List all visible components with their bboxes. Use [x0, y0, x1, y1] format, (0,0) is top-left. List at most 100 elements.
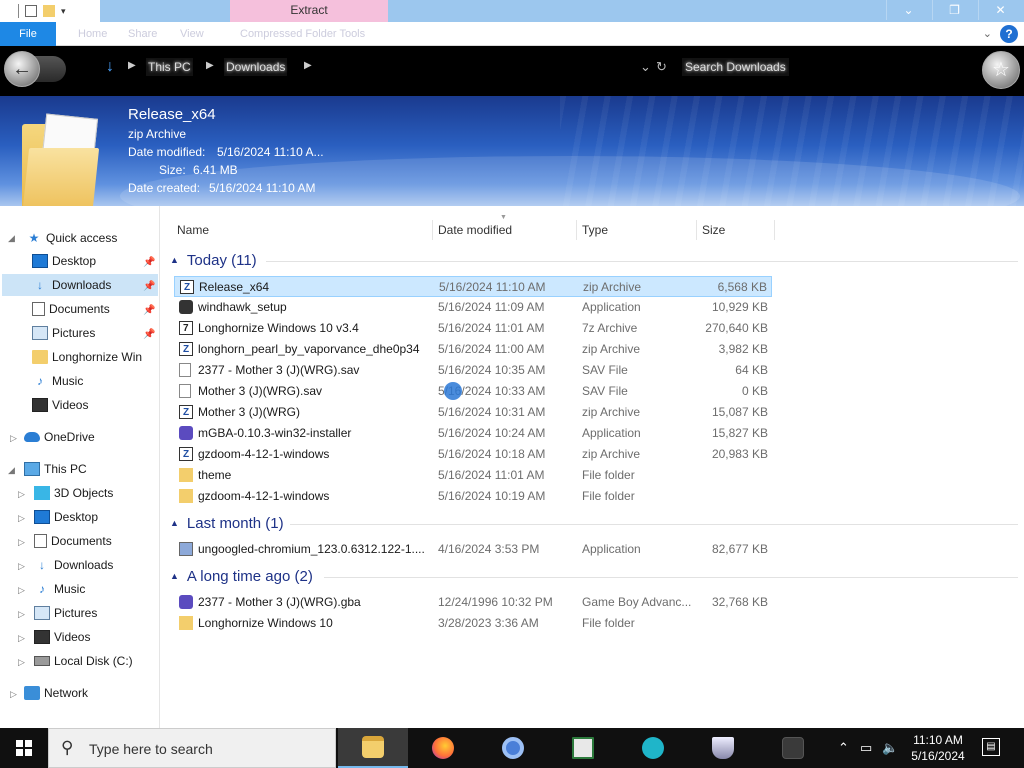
help-button[interactable]: ?: [1000, 25, 1018, 43]
collapse-caret-icon[interactable]: ▲: [170, 518, 179, 528]
column-header-name[interactable]: Name: [177, 223, 209, 237]
taskbar-file-explorer[interactable]: [338, 728, 408, 768]
group-header-long-ago[interactable]: ▲ A long time ago (2): [170, 566, 313, 588]
breadcrumb-downloads[interactable]: Downloads: [224, 58, 288, 76]
new-folder-icon[interactable]: [43, 5, 55, 17]
navigation-pane[interactable]: ◢ ★ Quick access Desktop 📌 ↓ Downloads 📌 D…: [0, 206, 160, 728]
pin-icon[interactable]: 📌: [143, 329, 155, 340]
file-row[interactable]: Release_x64 5/16/2024 11:10 AM zip Archive…: [174, 276, 772, 298]
group-header-today[interactable]: ▲ Today (11): [170, 250, 257, 272]
start-button[interactable]: [0, 728, 48, 768]
minimize-button[interactable]: ⌄: [886, 0, 930, 20]
sidebar-item-videos[interactable]: Videos: [32, 394, 158, 416]
ribbon-expand-icon[interactable]: ⌄: [983, 27, 992, 40]
expand-icon[interactable]: ▷: [18, 513, 25, 524]
sidebar-item-this-pc[interactable]: This PC: [24, 458, 158, 480]
file-row[interactable]: longhorn_pearl_by_vaporvance_dhe0p34 5/16…: [174, 339, 772, 360]
network-tray-icon[interactable]: ▭: [860, 740, 872, 756]
sidebar-item-downloads[interactable]: ↓ Downloads: [2, 274, 158, 296]
sidebar-item-onedrive[interactable]: OneDrive: [24, 426, 158, 448]
breadcrumb-chevron-icon[interactable]: ▶: [206, 60, 214, 71]
collapse-caret-icon[interactable]: ▲: [170, 255, 179, 265]
refresh-icon[interactable]: ↻: [656, 59, 667, 75]
pin-icon[interactable]: 📌: [143, 281, 155, 292]
tab-share[interactable]: Share: [128, 22, 157, 46]
sidebar-item-music[interactable]: ♪ Music: [32, 370, 158, 392]
file-row[interactable]: gzdoom-4-12-1-windows 5/16/2024 10:18 AM z…: [174, 444, 772, 465]
expand-icon[interactable]: ▷: [18, 489, 25, 500]
favorites-star-icon[interactable]: ☆: [982, 51, 1020, 89]
close-button[interactable]: ✕: [978, 0, 1022, 20]
file-row[interactable]: windhawk_setup 5/16/2024 11:09 AM Applicat…: [174, 297, 772, 318]
sidebar-item-desktop[interactable]: Desktop: [32, 250, 158, 272]
contextual-tab-extract[interactable]: Extract: [230, 0, 388, 22]
sidebar-item-pc-desktop[interactable]: Desktop: [34, 506, 158, 528]
sidebar-item-3d-objects[interactable]: 3D Objects: [34, 482, 158, 504]
tab-compressed-folder-tools[interactable]: Compressed Folder Tools: [240, 22, 365, 46]
expand-quick-access-icon[interactable]: ◢: [8, 233, 15, 244]
column-header-date-modified[interactable]: Date modified: [438, 223, 512, 237]
file-row[interactable]: theme 5/16/2024 11:01 AM File folder: [174, 465, 772, 486]
collapse-caret-icon[interactable]: ▲: [170, 571, 179, 581]
sidebar-item-pc-downloads[interactable]: ↓ Downloads: [34, 554, 158, 576]
pin-icon[interactable]: 📌: [143, 305, 155, 316]
column-divider[interactable]: [432, 220, 433, 240]
tab-view[interactable]: View: [180, 22, 204, 46]
file-row[interactable]: Longhornize Windows 10 3/28/2023 3:36 AM F…: [174, 613, 772, 634]
breadcrumb-chevron-icon[interactable]: ▶: [128, 60, 136, 71]
expand-icon[interactable]: ▷: [18, 585, 25, 596]
taskbar-app-7[interactable]: [758, 728, 828, 768]
column-divider[interactable]: [576, 220, 577, 240]
column-divider[interactable]: [774, 220, 775, 240]
sidebar-item-pictures[interactable]: Pictures: [32, 322, 158, 344]
file-row[interactable]: 2377 - Mother 3 (J)(WRG).sav 5/16/2024 10…: [174, 360, 772, 381]
file-row[interactable]: mGBA-0.10.3-win32-installer 5/16/2024 10:…: [174, 423, 772, 444]
expand-this-pc-icon[interactable]: ◢: [8, 465, 15, 476]
breadcrumb-this-pc[interactable]: This PC: [146, 58, 193, 76]
tab-file[interactable]: File: [0, 22, 56, 46]
back-button[interactable]: ←: [4, 51, 40, 87]
column-divider[interactable]: [696, 220, 697, 240]
taskbar-firefox[interactable]: [408, 728, 478, 768]
expand-icon[interactable]: ▷: [18, 609, 25, 620]
expand-icon[interactable]: ▷: [18, 537, 25, 548]
group-header-last-month[interactable]: ▲ Last month (1): [170, 513, 284, 535]
sidebar-item-pc-music[interactable]: ♪ Music: [34, 578, 158, 600]
taskbar-app-4[interactable]: [548, 728, 618, 768]
column-header-size[interactable]: Size: [702, 223, 725, 237]
file-row[interactable]: Mother 3 (J)(WRG) 5/16/2024 10:31 AM zip A…: [174, 402, 772, 423]
sidebar-item-documents[interactable]: Documents: [32, 298, 158, 320]
file-row[interactable]: 2377 - Mother 3 (J)(WRG).gba 12/24/1996 1…: [174, 592, 772, 613]
taskbar-search-box[interactable]: ⚲ Type here to search: [48, 728, 336, 768]
sidebar-item-pc-pictures[interactable]: Pictures: [34, 602, 158, 624]
expand-icon[interactable]: ▷: [18, 561, 25, 572]
pin-icon[interactable]: 📌: [143, 257, 155, 268]
notification-center-icon[interactable]: ▤: [982, 738, 1000, 756]
sidebar-item-local-disk[interactable]: Local Disk (C:): [34, 650, 158, 672]
taskbar-chromium[interactable]: [478, 728, 548, 768]
volume-muted-icon[interactable]: 🔈: [882, 740, 898, 756]
restore-button[interactable]: ❐: [932, 0, 976, 20]
taskbar-app-5[interactable]: [618, 728, 688, 768]
file-row[interactable]: Longhornize Windows 10 v3.4 5/16/2024 11:…: [174, 318, 772, 339]
sidebar-item-pc-videos[interactable]: Videos: [34, 626, 158, 648]
expand-icon[interactable]: ▷: [18, 657, 25, 668]
taskbar-clock[interactable]: 11:10 AM 5/16/2024: [900, 732, 976, 764]
breadcrumb-chevron-icon[interactable]: ▶: [304, 60, 312, 71]
file-row[interactable]: gzdoom-4-12-1-windows 5/16/2024 10:19 AM F…: [174, 486, 772, 507]
tab-home[interactable]: Home: [78, 22, 107, 46]
sidebar-item-quick-access[interactable]: ★ Quick access: [26, 227, 158, 249]
properties-icon[interactable]: [25, 5, 37, 17]
file-row[interactable]: Mother 3 (J)(WRG).sav 5/16/2024 10:33 AM S…: [174, 381, 772, 402]
taskbar-app-6[interactable]: [688, 728, 758, 768]
expand-network-icon[interactable]: ▷: [10, 689, 17, 700]
sidebar-item-longhornize[interactable]: Longhornize Windows 10: [32, 346, 142, 368]
sidebar-item-pc-documents[interactable]: Documents: [34, 530, 158, 552]
expand-onedrive-icon[interactable]: ▷: [10, 433, 17, 444]
search-input[interactable]: Search Downloads: [682, 58, 789, 76]
column-header-type[interactable]: Type: [582, 223, 608, 237]
expand-icon[interactable]: ▷: [18, 633, 25, 644]
recent-locations-icon[interactable]: ⌄: [640, 59, 651, 75]
tray-overflow-icon[interactable]: ⌃: [838, 740, 849, 756]
qat-customize-icon[interactable]: ▾: [61, 6, 66, 17]
